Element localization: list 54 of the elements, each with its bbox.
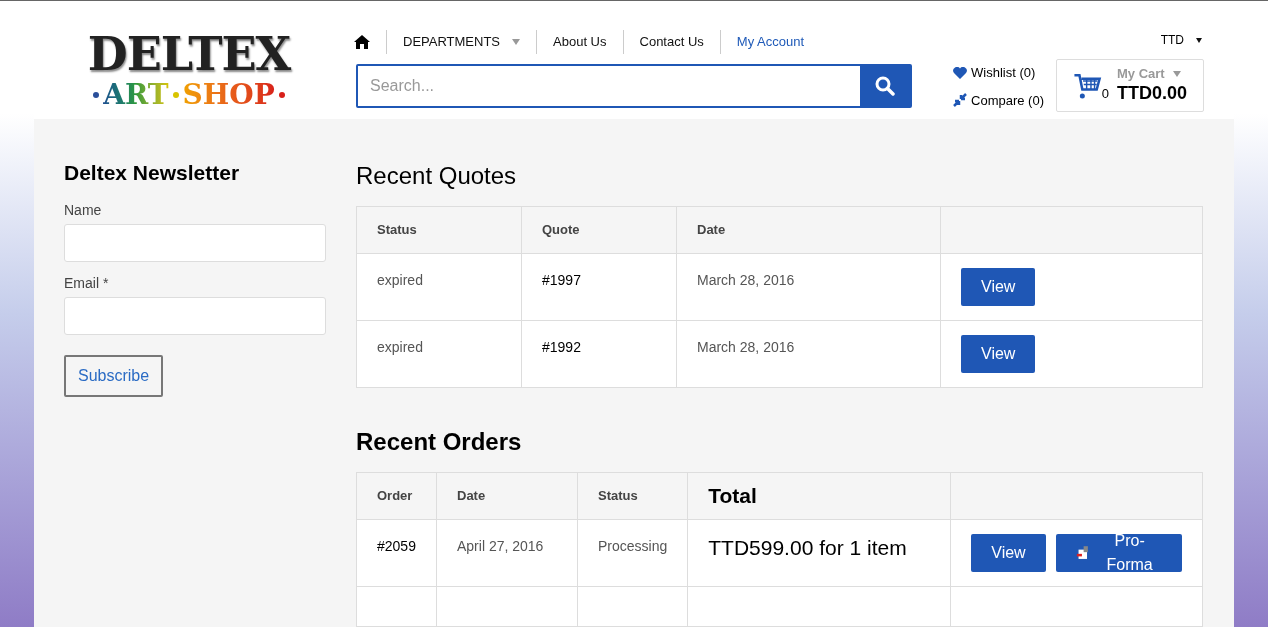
quotes-title: Recent Quotes — [356, 161, 518, 191]
table-cell: expired — [356, 320, 522, 388]
table-cell: TTD599.00 for 1 item — [687, 519, 951, 587]
search-field[interactable]: Search... — [356, 64, 912, 108]
field-label: Name — [64, 200, 103, 220]
column-header: Date — [676, 206, 941, 254]
subscribe-button[interactable]: Subscribe — [64, 354, 164, 397]
column-header: Total — [687, 472, 951, 520]
search-button[interactable] — [860, 66, 910, 106]
column-header: Status — [356, 206, 522, 254]
heart-icon — [953, 66, 968, 79]
table-cell: expired — [356, 253, 522, 321]
column-header: Date — [436, 472, 578, 520]
view-button[interactable]: View — [971, 534, 1046, 572]
caret-icon — [512, 39, 521, 45]
nav-link[interactable]: About Us — [553, 32, 607, 52]
table-cell: April 27, 2016 — [436, 519, 578, 587]
column-header: Status — [577, 472, 688, 520]
wishlist-link[interactable]: Wishlist (0) — [953, 63, 1044, 83]
home-icon[interactable] — [354, 35, 370, 49]
table-cell: #1992 — [521, 320, 677, 388]
compare-arrows-icon — [953, 93, 968, 108]
search-input[interactable]: Search... — [358, 66, 860, 106]
newsletter-title: Deltex Newsletter — [64, 160, 241, 186]
cart-box[interactable]: 0 My Cart TTD0.00 — [1056, 59, 1204, 112]
table-cell: #1997 — [521, 253, 677, 321]
cart-count: 0 — [1101, 84, 1109, 103]
search-icon — [875, 76, 895, 96]
caret-icon — [1196, 37, 1202, 43]
view-button[interactable]: View — [961, 335, 1036, 373]
compare-label: Compare (0) — [971, 91, 1044, 110]
input-field[interactable] — [64, 223, 326, 262]
compare-link[interactable]: Compare (0) — [953, 90, 1044, 110]
wishlist-label: Wishlist (0) — [971, 64, 1036, 82]
table-cell: #2059 — [356, 519, 437, 587]
orders-title: Recent Orders — [356, 427, 523, 457]
nav-link[interactable]: Contact Us — [639, 32, 704, 52]
currency-selector[interactable]: TTD — [1160, 31, 1184, 49]
view-button[interactable]: View — [961, 268, 1036, 306]
pro-forma-button[interactable]: Pro-Forma — [1055, 534, 1182, 572]
table-cell: March 28, 2016 — [676, 320, 941, 388]
table-cell: March 28, 2016 — [676, 253, 941, 321]
column-header: Quote — [521, 206, 677, 254]
cart-total: TTD0.00 — [1116, 82, 1187, 105]
nav-link[interactable]: DEPARTMENTS — [403, 32, 501, 52]
nav-link[interactable]: My Account — [736, 32, 805, 52]
table-cell: Processing — [577, 519, 688, 587]
caret-icon — [1172, 71, 1181, 78]
document-icon — [1075, 545, 1090, 561]
input-field[interactable] — [64, 296, 326, 335]
field-label: Email * — [64, 273, 110, 293]
column-header: Order — [356, 472, 437, 520]
logo-wordmark: DELTEX — [87, 31, 291, 77]
cart-title: My Cart — [1116, 66, 1165, 83]
